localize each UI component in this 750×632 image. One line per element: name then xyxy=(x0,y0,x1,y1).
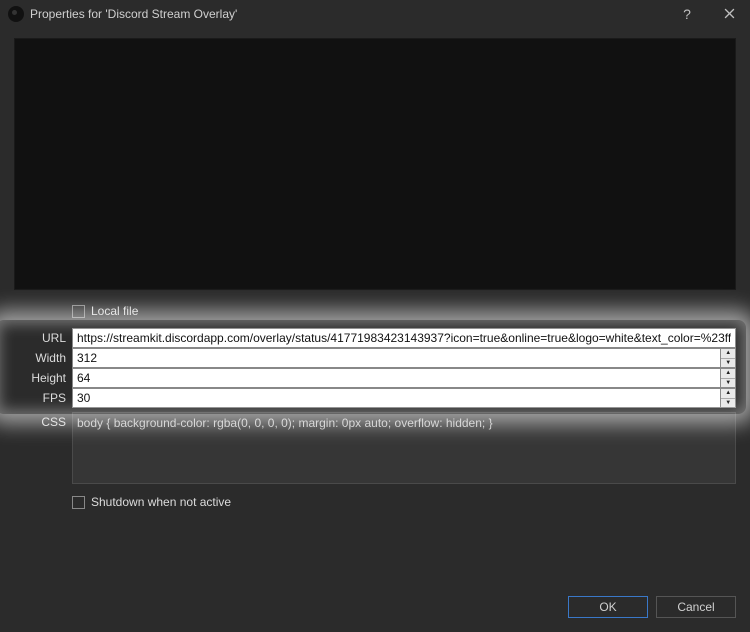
fps-step-down[interactable]: ▼ xyxy=(721,399,735,408)
highlighted-section: URL Width ▲ ▼ Heig xyxy=(14,328,736,408)
window-title: Properties for 'Discord Stream Overlay' xyxy=(30,7,237,21)
app-icon xyxy=(8,6,24,22)
width-step-up[interactable]: ▲ xyxy=(721,349,735,359)
fps-label: FPS xyxy=(14,388,66,405)
fps-stepper: ▲ ▼ xyxy=(720,388,736,408)
local-file-checkbox[interactable]: Local file xyxy=(72,300,736,324)
ok-button[interactable]: OK xyxy=(568,596,648,618)
fps-step-up[interactable]: ▲ xyxy=(721,389,735,399)
url-label: URL xyxy=(14,328,66,345)
css-label: CSS xyxy=(14,412,66,429)
shutdown-label: Shutdown when not active xyxy=(91,495,231,509)
height-label: Height xyxy=(14,368,66,385)
width-label: Width xyxy=(14,348,66,365)
shutdown-checkbox[interactable]: Shutdown when not active xyxy=(72,491,736,515)
url-input[interactable] xyxy=(72,328,736,348)
height-step-up[interactable]: ▲ xyxy=(721,369,735,379)
close-icon xyxy=(724,6,735,22)
checkbox-icon xyxy=(72,496,85,509)
width-stepper: ▲ ▼ xyxy=(720,348,736,368)
width-step-down[interactable]: ▼ xyxy=(721,359,735,368)
height-stepper: ▲ ▼ xyxy=(720,368,736,388)
width-input[interactable] xyxy=(72,348,720,368)
help-icon: ? xyxy=(683,6,691,22)
height-step-down[interactable]: ▼ xyxy=(721,379,735,388)
close-button[interactable] xyxy=(708,0,750,28)
preview-area xyxy=(14,38,736,290)
height-input[interactable] xyxy=(72,368,720,388)
properties-dialog: Properties for 'Discord Stream Overlay' … xyxy=(0,0,750,632)
checkbox-icon xyxy=(72,305,85,318)
dialog-footer: OK Cancel xyxy=(0,590,750,632)
help-button[interactable]: ? xyxy=(666,0,708,28)
dialog-content: Local file URL Width ▲ ▼ xyxy=(0,28,750,590)
cancel-button[interactable]: Cancel xyxy=(656,596,736,618)
titlebar: Properties for 'Discord Stream Overlay' … xyxy=(0,0,750,28)
fps-input[interactable] xyxy=(72,388,720,408)
local-file-label: Local file xyxy=(91,304,138,318)
css-input[interactable] xyxy=(72,412,736,484)
form: Local file URL Width ▲ ▼ xyxy=(14,300,736,515)
